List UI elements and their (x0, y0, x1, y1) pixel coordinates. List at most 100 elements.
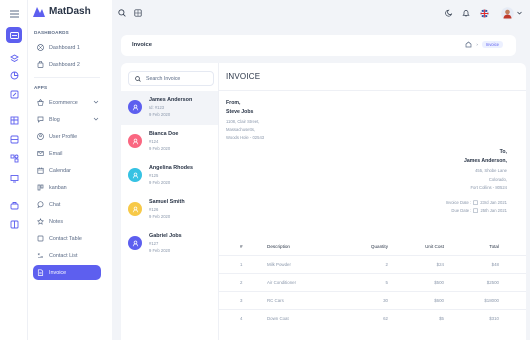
sidebar-item-email[interactable]: Email (33, 146, 101, 161)
cell-total: $18000 (484, 298, 499, 303)
invoice-client-name: Bianca Doe (149, 131, 179, 137)
sidebar-item-dashboard-2[interactable]: Dashboard 2 (33, 57, 101, 72)
cell-unit-cost: $500 (434, 280, 444, 285)
divider (219, 90, 526, 91)
to-address-line: Fort Collins - 80524 (470, 185, 507, 190)
bell-icon[interactable] (461, 8, 471, 18)
sidebar-item-dashboard-1[interactable]: Dashboard 1 (33, 40, 101, 55)
section-title-dashboards: DASHBOARDS (34, 30, 69, 35)
table-row: 1 Milk Powder 2 $24 $48 (219, 255, 526, 272)
moon-icon[interactable] (444, 8, 454, 18)
invoice-date: 9 Feb 2020 (149, 112, 171, 117)
message-icon (37, 201, 44, 208)
sidebar-item-chat[interactable]: Chat (33, 197, 101, 212)
rail-tables-icon[interactable] (6, 112, 22, 128)
sidebar-item-contact-list[interactable]: Contact List (33, 248, 101, 263)
rail-forms-icon[interactable] (6, 86, 22, 102)
invoice-list-item[interactable]: Gabriel Jobs #127 9 Feb 2020 (121, 227, 218, 261)
cell-description: Milk Powder (267, 262, 291, 267)
sidebar-item-user-profile[interactable]: User Profile (33, 129, 101, 144)
search-icon[interactable] (117, 8, 127, 18)
notes-icon (37, 218, 44, 225)
sidebar-item-label: Invoice (49, 269, 67, 276)
table-row: 3 RC Cars 30 $600 $18000 (219, 291, 526, 308)
rail-grid-icon[interactable] (6, 131, 22, 147)
search-icon (135, 75, 141, 82)
sidebar-item-label: Contact Table (49, 235, 82, 242)
cell-number: 1 (240, 262, 243, 267)
column-header: # (240, 244, 243, 249)
from-name: Steve Jobs (226, 109, 254, 115)
sidebar-item-invoice[interactable]: Invoice (33, 265, 101, 280)
sidebar-item-contact-table[interactable]: Contact Table (33, 231, 101, 246)
to-address-line: Colorado, (488, 177, 507, 182)
rail-widgets-icon[interactable] (6, 150, 22, 166)
from-label: From, (226, 100, 241, 106)
table-header: # Description Quantity Unit Cost Total (219, 241, 526, 255)
sidebar-item-notes[interactable]: Notes (33, 214, 101, 229)
due-date-label: Due Date : (451, 208, 472, 213)
invoice-date: 9 Feb 2020 (149, 248, 171, 253)
phone-icon (37, 235, 44, 242)
cell-number: 2 (240, 280, 243, 285)
invoice-detail: INVOICE From, Steve Jobs 1108, Clair Str… (219, 63, 526, 340)
invoice-client-name: Samuel Smith (149, 199, 185, 205)
sidebar-item-label: User Profile (49, 133, 78, 140)
brand-mark-icon (33, 6, 45, 17)
invoice-list-item[interactable]: Samuel Smith #126 9 Feb 2020 (121, 193, 218, 227)
invoice-client-name: Angelina Rhodes (149, 165, 194, 171)
sidebar: MatDash DASHBOARDS Dashboard 1 Dashboard… (28, 0, 112, 340)
rail-dashboard-icon[interactable] (6, 27, 22, 43)
menu-icon[interactable] (6, 6, 22, 22)
home-icon[interactable] (465, 41, 472, 48)
sidebar-item-blog[interactable]: Blog (33, 112, 101, 127)
brand-name: MatDash (49, 6, 91, 17)
rail-briefcase-icon[interactable] (6, 197, 22, 213)
due-date-value: 25th Jan 2021 (480, 208, 507, 213)
cell-unit-cost: $5 (439, 316, 444, 321)
chevron-down-icon (93, 117, 99, 121)
user-avatar-icon (128, 134, 142, 148)
cell-total: $48 (491, 262, 499, 267)
to-name: James Anderson, (463, 158, 507, 164)
rail-monitor-icon[interactable] (6, 170, 22, 186)
uk-flag-icon[interactable] (479, 8, 489, 18)
from-address-line: Woods Hole - 02543 (226, 135, 265, 140)
breadcrumb: › Invoice (465, 41, 503, 48)
invoice-app-card: James AndersonId: #1239 Feb 2020Bianca D… (121, 63, 526, 340)
calendar-icon (473, 200, 478, 205)
sidebar-item-calendar[interactable]: Calendar (33, 163, 101, 178)
from-address-line: 1108, Clair Street, (226, 119, 260, 124)
invoice-id: #124 (149, 139, 159, 144)
due-date: Due Date : 25th Jan 2021 (451, 208, 507, 213)
chevron-down-icon[interactable] (516, 9, 522, 17)
sidebar-item-label: Chat (49, 201, 61, 208)
sidebar-divider (34, 77, 100, 78)
from-address-line: Massachusetts, (226, 127, 256, 132)
shopping-bag-icon (37, 61, 44, 68)
rail-book-icon[interactable] (6, 216, 22, 232)
sidebar-item-kanban[interactable]: kanban (33, 180, 101, 195)
to-label: To, (499, 149, 507, 155)
invoice-date: 9 Feb 2020 (149, 180, 171, 185)
cell-description: Down Coat (267, 316, 289, 321)
invoice-list-item[interactable]: Bianca Doe #124 9 Feb 2020 (121, 125, 218, 159)
mail-icon (37, 151, 44, 156)
table-row: 4 Down Coat 62 $5 $310 (219, 309, 526, 326)
cell-quantity: 30 (383, 298, 388, 303)
chat-icon (37, 116, 44, 123)
search-input[interactable] (146, 75, 210, 82)
rail-layers-icon[interactable] (6, 50, 22, 66)
apps-grid-icon[interactable] (133, 8, 143, 18)
search-box[interactable] (128, 71, 214, 86)
sidebar-item-ecommerce[interactable]: Ecommerce (33, 95, 101, 110)
avatar[interactable] (500, 6, 514, 20)
section-title-apps: APPS (34, 85, 48, 90)
invoice-list-item[interactable]: Angelina Rhodes #125 9 Feb 2020 (121, 159, 218, 193)
invoice-id: Id: #123 (149, 105, 165, 110)
rail-chart-icon[interactable] (6, 67, 22, 83)
invoice-id: #126 (149, 207, 159, 212)
invoice-list-item[interactable]: James Anderson Id: #123 9 Feb 2020 (121, 91, 218, 125)
brand-logo[interactable]: MatDash (33, 6, 91, 17)
invoice-date: 9 Feb 2020 (149, 146, 171, 151)
